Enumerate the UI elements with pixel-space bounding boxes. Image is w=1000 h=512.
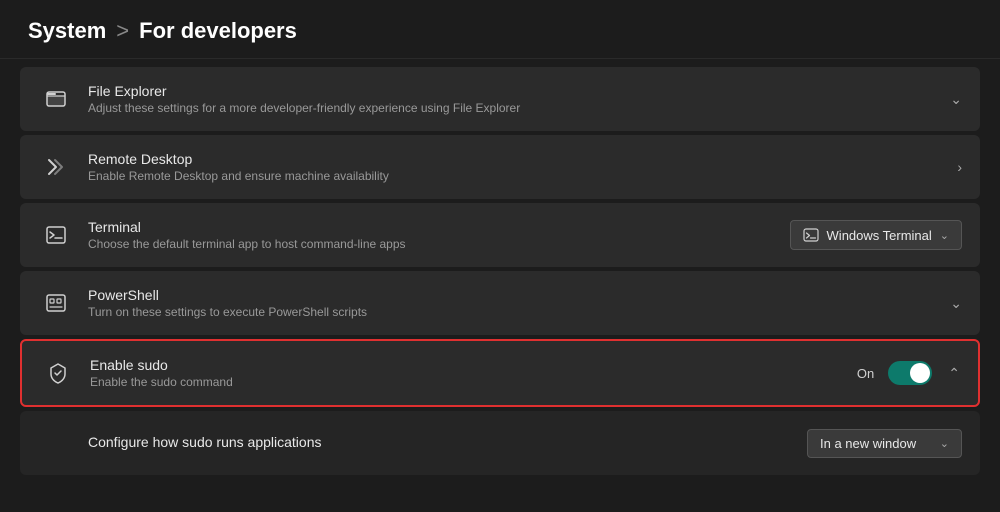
enable-sudo-title: Enable sudo — [90, 357, 857, 373]
powershell-text: PowerShell Turn on these settings to exe… — [88, 287, 950, 319]
file-explorer-control: ⌄ — [950, 91, 962, 108]
terminal-row[interactable]: Terminal Choose the default terminal app… — [20, 203, 980, 267]
enable-sudo-desc: Enable the sudo command — [90, 375, 857, 389]
terminal-control[interactable]: Windows Terminal ⌄ — [790, 220, 962, 250]
terminal-title: Terminal — [88, 219, 790, 235]
file-explorer-row[interactable]: File Explorer Adjust these settings for … — [20, 67, 980, 131]
file-explorer-desc: Adjust these settings for a more develop… — [88, 101, 950, 115]
remote-desktop-desc: Enable Remote Desktop and ensure machine… — [88, 169, 957, 183]
configure-sudo-text: Configure how sudo runs applications — [38, 434, 807, 452]
configure-sudo-dropdown-button[interactable]: In a new window ⌄ — [807, 429, 962, 458]
enable-sudo-control[interactable]: On ⌃ — [857, 361, 960, 385]
powershell-desc: Turn on these settings to execute PowerS… — [88, 305, 950, 319]
remote-desktop-row[interactable]: Remote Desktop Enable Remote Desktop and… — [20, 135, 980, 199]
terminal-dropdown-button[interactable]: Windows Terminal ⌄ — [790, 220, 962, 250]
file-explorer-icon — [38, 81, 74, 117]
terminal-dropdown-value: Windows Terminal — [827, 228, 932, 243]
sudo-chevron-up-icon: ⌃ — [948, 365, 960, 382]
configure-sudo-control[interactable]: In a new window ⌄ — [807, 429, 962, 458]
system-label: System — [28, 18, 106, 44]
settings-list: File Explorer Adjust these settings for … — [0, 59, 1000, 487]
powershell-control: ⌄ — [950, 295, 962, 312]
file-explorer-title: File Explorer — [88, 83, 950, 99]
terminal-icon — [38, 217, 74, 253]
toggle-on-label: On — [857, 366, 874, 381]
remote-desktop-chevron-right-icon: › — [957, 159, 962, 175]
powershell-title: PowerShell — [88, 287, 950, 303]
file-explorer-chevron-down-icon: ⌄ — [950, 91, 962, 108]
powershell-chevron-down-icon: ⌄ — [950, 295, 962, 312]
remote-desktop-title: Remote Desktop — [88, 151, 957, 167]
terminal-desc: Choose the default terminal app to host … — [88, 237, 790, 251]
terminal-dropdown-icon — [803, 227, 819, 243]
remote-desktop-text: Remote Desktop Enable Remote Desktop and… — [88, 151, 957, 183]
remote-desktop-control: › — [957, 159, 962, 175]
configure-sudo-dropdown-value: In a new window — [820, 436, 916, 451]
powershell-row[interactable]: PowerShell Turn on these settings to exe… — [20, 271, 980, 335]
file-explorer-text: File Explorer Adjust these settings for … — [88, 83, 950, 115]
sudo-icon — [40, 355, 76, 391]
enable-sudo-text: Enable sudo Enable the sudo command — [90, 357, 857, 389]
enable-sudo-row[interactable]: Enable sudo Enable the sudo command On ⌃ — [20, 339, 980, 407]
remote-desktop-icon — [38, 149, 74, 185]
sudo-toggle-switch[interactable] — [888, 361, 932, 385]
terminal-dropdown-chevron-icon: ⌄ — [940, 229, 949, 242]
configure-sudo-row[interactable]: Configure how sudo runs applications In … — [20, 411, 980, 475]
powershell-icon — [38, 285, 74, 321]
breadcrumb-separator: > — [116, 18, 129, 44]
page-title: For developers — [139, 18, 297, 44]
header: System > For developers — [0, 0, 1000, 59]
terminal-text: Terminal Choose the default terminal app… — [88, 219, 790, 251]
configure-sudo-dropdown-chevron-icon: ⌄ — [940, 437, 949, 450]
configure-sudo-title: Configure how sudo runs applications — [88, 434, 807, 450]
